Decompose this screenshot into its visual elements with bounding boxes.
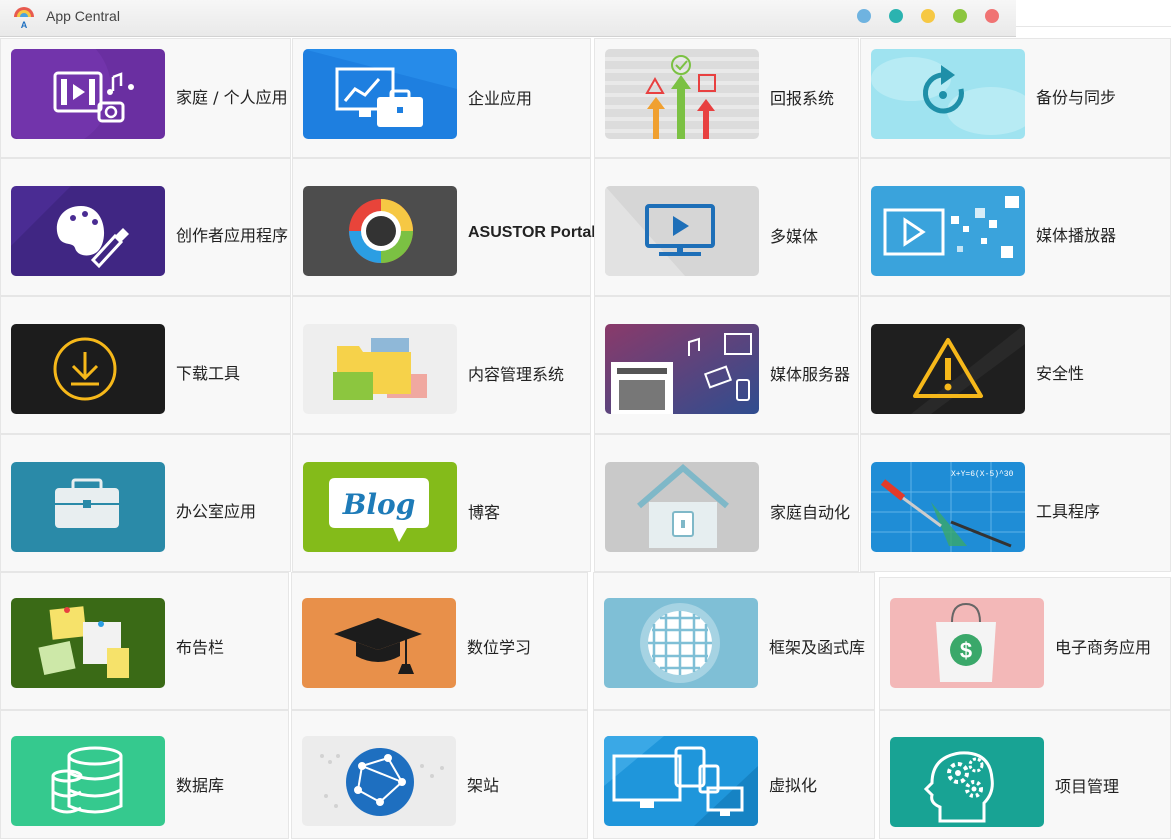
folders-icon bbox=[303, 324, 457, 414]
window-dot-2[interactable] bbox=[889, 9, 903, 23]
database-icon bbox=[11, 736, 165, 826]
category-label: 布告栏 bbox=[176, 638, 225, 657]
shopping-bag-dollar-icon: $ bbox=[890, 598, 1044, 688]
svg-text:X+Y=6(X-5)^30: X+Y=6(X-5)^30 bbox=[951, 470, 1014, 479]
category-backup-sync[interactable]: 备份与同步 bbox=[860, 38, 1171, 158]
category-media-player[interactable]: 媒体播放器 bbox=[860, 158, 1171, 296]
category-blog[interactable]: Blog 博客 bbox=[292, 434, 591, 572]
media-server-icon bbox=[605, 324, 759, 414]
bulletin-notes-icon bbox=[11, 598, 165, 688]
category-label: 企业应用 bbox=[468, 89, 533, 108]
category-home-automation[interactable]: 家庭自动化 bbox=[594, 434, 859, 572]
svg-text:Blog: Blog bbox=[342, 488, 416, 521]
disco-ball-icon bbox=[604, 598, 758, 688]
category-label: 项目管理 bbox=[1055, 777, 1120, 796]
svg-text:$: $ bbox=[960, 638, 972, 663]
category-creator[interactable]: 创作者应用程序 bbox=[0, 158, 291, 296]
category-project-management[interactable]: 项目管理 bbox=[879, 710, 1171, 839]
feedback-arrows-icon bbox=[605, 49, 759, 139]
app-central-logo-icon: A bbox=[14, 7, 34, 29]
title-bar-extension bbox=[1016, 0, 1171, 27]
graduation-cap-icon bbox=[302, 598, 456, 688]
window-dot-5[interactable] bbox=[985, 9, 999, 23]
category-label: 数据库 bbox=[176, 776, 225, 795]
category-label: 框架及函式库 bbox=[769, 638, 866, 657]
palette-brush-icon bbox=[11, 186, 165, 276]
category-label: 工具程序 bbox=[1036, 502, 1101, 521]
category-e-commerce[interactable]: $ 电子商务应用 bbox=[879, 577, 1171, 710]
category-frameworks-libraries[interactable]: 框架及函式库 bbox=[593, 572, 875, 710]
download-icon bbox=[11, 324, 165, 414]
category-website[interactable]: 架站 bbox=[291, 710, 588, 839]
category-database[interactable]: 数据库 bbox=[0, 710, 289, 839]
category-virtualization[interactable]: 虚拟化 bbox=[593, 710, 875, 839]
business-chart-briefcase-icon bbox=[303, 49, 457, 139]
category-office[interactable]: 办公室应用 bbox=[0, 434, 291, 572]
category-label: 多媒体 bbox=[770, 227, 819, 246]
category-e-learning[interactable]: 数位学习 bbox=[291, 572, 588, 710]
backup-sync-icon bbox=[871, 49, 1025, 139]
category-asustor-portal[interactable]: ASUSTOR Portal bbox=[292, 158, 596, 296]
category-label: 创作者应用程序 bbox=[176, 226, 289, 245]
category-label: 下载工具 bbox=[176, 364, 241, 383]
category-download[interactable]: 下载工具 bbox=[0, 296, 291, 434]
title-bar: A App Central bbox=[0, 0, 1016, 37]
devices-virtualization-icon bbox=[604, 736, 758, 826]
category-media-server[interactable]: 媒体服务器 bbox=[594, 296, 859, 434]
monitor-play-icon bbox=[605, 186, 759, 276]
portal-ring-icon bbox=[303, 186, 457, 276]
category-label: 家庭 / 个人应用 bbox=[176, 88, 288, 107]
window-dot-1[interactable] bbox=[857, 9, 871, 23]
category-home-personal[interactable]: 家庭 / 个人应用 bbox=[0, 38, 291, 158]
category-label: 安全性 bbox=[1036, 364, 1085, 383]
category-label: 备份与同步 bbox=[1036, 88, 1117, 107]
tools-blueprint-icon: X+Y=6(X-5)^30 bbox=[871, 462, 1025, 552]
category-label: 媒体播放器 bbox=[1036, 226, 1117, 245]
head-gears-icon bbox=[890, 737, 1044, 827]
category-security[interactable]: 安全性 bbox=[860, 296, 1171, 434]
globe-network-icon bbox=[302, 736, 456, 826]
warning-icon bbox=[871, 324, 1025, 414]
category-label: 办公室应用 bbox=[176, 502, 257, 521]
category-cms[interactable]: 内容管理系统 bbox=[292, 296, 591, 434]
category-label: 回报系统 bbox=[770, 89, 835, 108]
category-label: 数位学习 bbox=[467, 638, 532, 657]
category-bulletin-board[interactable]: 布告栏 bbox=[0, 572, 289, 710]
category-label: 内容管理系统 bbox=[468, 365, 565, 384]
media-player-icon bbox=[871, 186, 1025, 276]
category-label: 架站 bbox=[467, 776, 500, 795]
photo-video-music-icon bbox=[11, 49, 165, 139]
briefcase-icon bbox=[11, 462, 165, 552]
blog-bubble-icon: Blog bbox=[303, 462, 457, 552]
category-label: 电子商务应用 bbox=[1055, 638, 1152, 657]
category-label: 博客 bbox=[468, 503, 501, 522]
window-dot-3[interactable] bbox=[921, 9, 935, 23]
category-label: 媒体服务器 bbox=[770, 365, 851, 384]
category-label: 虚拟化 bbox=[769, 776, 818, 795]
category-label: ASUSTOR Portal bbox=[468, 224, 596, 241]
window-dot-4[interactable] bbox=[953, 9, 967, 23]
svg-text:A: A bbox=[21, 20, 28, 29]
category-multimedia[interactable]: 多媒体 bbox=[594, 158, 859, 296]
category-feedback[interactable]: 回报系统 bbox=[594, 38, 859, 158]
window-title: App Central bbox=[46, 8, 120, 24]
category-label: 家庭自动化 bbox=[770, 503, 851, 522]
category-enterprise[interactable]: 企业应用 bbox=[292, 38, 591, 158]
category-utilities[interactable]: X+Y=6(X-5)^30 工具程序 bbox=[860, 434, 1171, 572]
smart-home-icon bbox=[605, 462, 759, 552]
